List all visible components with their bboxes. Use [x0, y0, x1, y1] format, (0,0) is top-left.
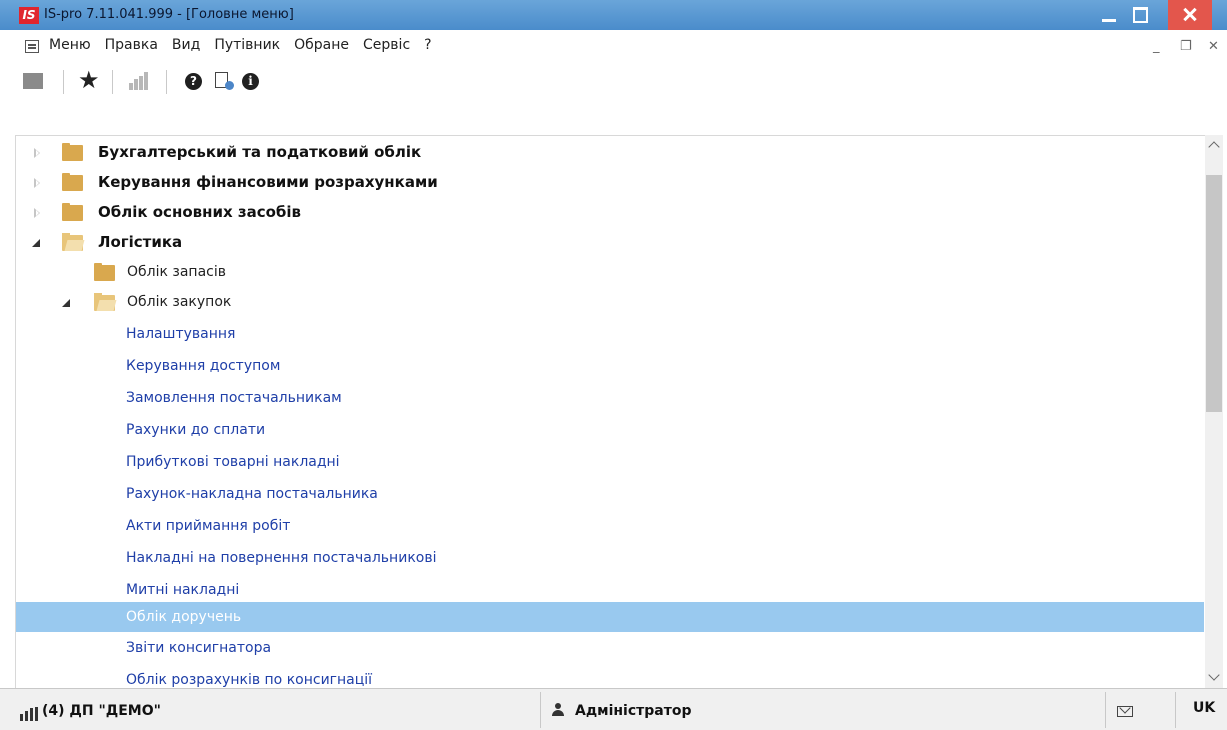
tree-node-label: Облік запасів [127, 264, 226, 280]
scroll-up-arrow-icon[interactable] [1205, 135, 1223, 155]
folder-icon [62, 173, 83, 191]
star-icon[interactable]: ★ [78, 65, 100, 95]
tree-leaf-acceptance-acts[interactable]: Акти приймання робіт [16, 512, 1204, 542]
info-icon[interactable]: i [242, 73, 259, 90]
menu-item-help[interactable]: ? [424, 37, 431, 53]
tree-node-label: Облік основних засобів [98, 203, 302, 221]
tree-leaf-access-control[interactable]: Керування доступом [16, 352, 1204, 382]
tree-node-accounting[interactable]: Бухгалтерський та податковий облік [16, 138, 1204, 168]
tree-leaf-label: Облік розрахунків по консигнації [126, 672, 373, 688]
mail-icon[interactable] [1117, 706, 1133, 717]
menu-item-service[interactable]: Сервіс [363, 37, 410, 53]
tree-leaf-label: Акти приймання робіт [126, 518, 291, 534]
tree-leaf-consignment-settlements[interactable]: Облік розрахунків по консигнації [16, 666, 1204, 688]
status-organization-cell[interactable]: (4) ДП "ДЕМО" [0, 692, 541, 728]
mdi-restore-icon[interactable]: ❐ [1180, 39, 1192, 54]
expand-arrow-icon[interactable] [32, 147, 42, 159]
status-bar: (4) ДП "ДЕМО" Адміністратор UK [0, 688, 1227, 730]
document-icon[interactable] [215, 72, 234, 90]
tree-node-fixed-assets[interactable]: Облік основних засобів [16, 198, 1204, 228]
tree-node-label: Бухгалтерський та податковий облік [98, 143, 422, 161]
tree-leaf-label: Керування доступом [126, 358, 281, 374]
tree-leaf-label: Налаштування [126, 326, 236, 342]
toolbar-separator [112, 70, 113, 94]
menu-item-guide[interactable]: Путівник [214, 37, 280, 53]
main-menu-tree: Бухгалтерський та податковий облік Керув… [15, 135, 1205, 688]
tree-node-inventory[interactable]: Облік запасів [16, 258, 1204, 288]
maximize-button[interactable] [1131, 5, 1151, 25]
tree-leaf-label: Рахунки до сплати [126, 422, 266, 438]
tree-leaf-consignor-reports[interactable]: Звіти консигнатора [16, 634, 1204, 664]
menu-item-view[interactable]: Вид [172, 37, 200, 53]
tree-leaf-label: Митні накладні [126, 582, 240, 598]
tree-node-label: Логістика [98, 233, 183, 251]
toolbar-separator [63, 70, 64, 94]
tree-leaf-label: Накладні на повернення постачальникові [126, 550, 437, 566]
tree-leaf-power-of-attorney[interactable]: Облік доручень [16, 602, 1204, 632]
menu-item-menu[interactable]: Меню [49, 37, 91, 53]
tree-leaf-label: Прибуткові товарні накладні [126, 454, 340, 470]
mdi-close-icon[interactable]: ✕ [1208, 39, 1219, 54]
tree-leaf-label: Рахунок-накладна постачальника [126, 486, 378, 502]
user-name: Адміністратор [575, 703, 692, 719]
minimize-button[interactable] [1100, 4, 1120, 26]
collapse-arrow-icon[interactable] [31, 237, 41, 249]
expand-arrow-icon[interactable] [32, 177, 42, 189]
tree-node-label: Облік закупок [127, 294, 232, 310]
folder-icon [62, 143, 83, 161]
document-menu-icon[interactable] [25, 40, 39, 53]
mdi-minimize-icon[interactable]: _ [1153, 39, 1160, 54]
application-window: IS IS-pro 7.11.041.999 - [Головне меню] … [0, 0, 1227, 730]
collapse-arrow-icon[interactable] [61, 297, 71, 309]
vertical-scrollbar[interactable] [1205, 135, 1223, 688]
tree-node-finance[interactable]: Керування фінансовими розрахунками [16, 168, 1204, 198]
tree-leaf-supplier-invoice[interactable]: Рахунок-накладна постачальника [16, 480, 1204, 510]
tree-leaf-label: Звіти консигнатора [126, 640, 272, 656]
folder-icon [62, 203, 83, 221]
menu-bar: Меню Правка Вид Путівник Обране Сервіс ?… [0, 30, 1227, 60]
tree-leaf-label: Облік доручень [126, 609, 242, 625]
tree-leaf-settings[interactable]: Налаштування [16, 320, 1204, 350]
open-folder-icon [62, 233, 83, 251]
tree-leaf-receipt-notes[interactable]: Прибуткові товарні накладні [16, 448, 1204, 478]
title-bar[interactable]: IS IS-pro 7.11.041.999 - [Головне меню] [0, 0, 1227, 30]
menu-item-favorites[interactable]: Обране [294, 37, 349, 53]
tree-node-logistics[interactable]: Логістика [16, 228, 1204, 258]
toolbar: ★ ? i [0, 60, 1227, 100]
tree-leaf-invoices-payable[interactable]: Рахунки до сплати [16, 416, 1204, 446]
toolbar-separator [166, 70, 167, 94]
language-indicator[interactable]: UK [1193, 700, 1215, 716]
tree-node-purchases[interactable]: Облік закупок [16, 288, 1204, 318]
expand-arrow-icon[interactable] [32, 207, 42, 219]
tree-node-label: Керування фінансовими розрахунками [98, 173, 438, 191]
scrollbar-thumb[interactable] [1206, 175, 1222, 412]
tree-leaf-label: Замовлення постачальникам [126, 390, 342, 406]
open-folder-icon [94, 293, 115, 311]
menu-item-edit[interactable]: Правка [105, 37, 158, 53]
folder-icon[interactable] [23, 73, 43, 89]
menu-items: Меню Правка Вид Путівник Обране Сервіс ? [49, 37, 446, 53]
organization-icon [20, 707, 38, 721]
tree-leaf-supplier-orders[interactable]: Замовлення постачальникам [16, 384, 1204, 414]
tree-leaf-return-notes[interactable]: Накладні на повернення постачальникові [16, 544, 1204, 574]
app-logo-icon: IS [19, 7, 39, 24]
chart-icon[interactable] [129, 72, 151, 90]
close-button[interactable] [1168, 0, 1212, 30]
folder-icon [94, 263, 115, 281]
user-icon [551, 703, 565, 717]
organization-name: (4) ДП "ДЕМО" [42, 703, 161, 719]
scroll-down-arrow-icon[interactable] [1205, 668, 1223, 688]
help-icon[interactable]: ? [185, 73, 202, 90]
window-title: IS-pro 7.11.041.999 - [Головне меню] [44, 7, 294, 22]
